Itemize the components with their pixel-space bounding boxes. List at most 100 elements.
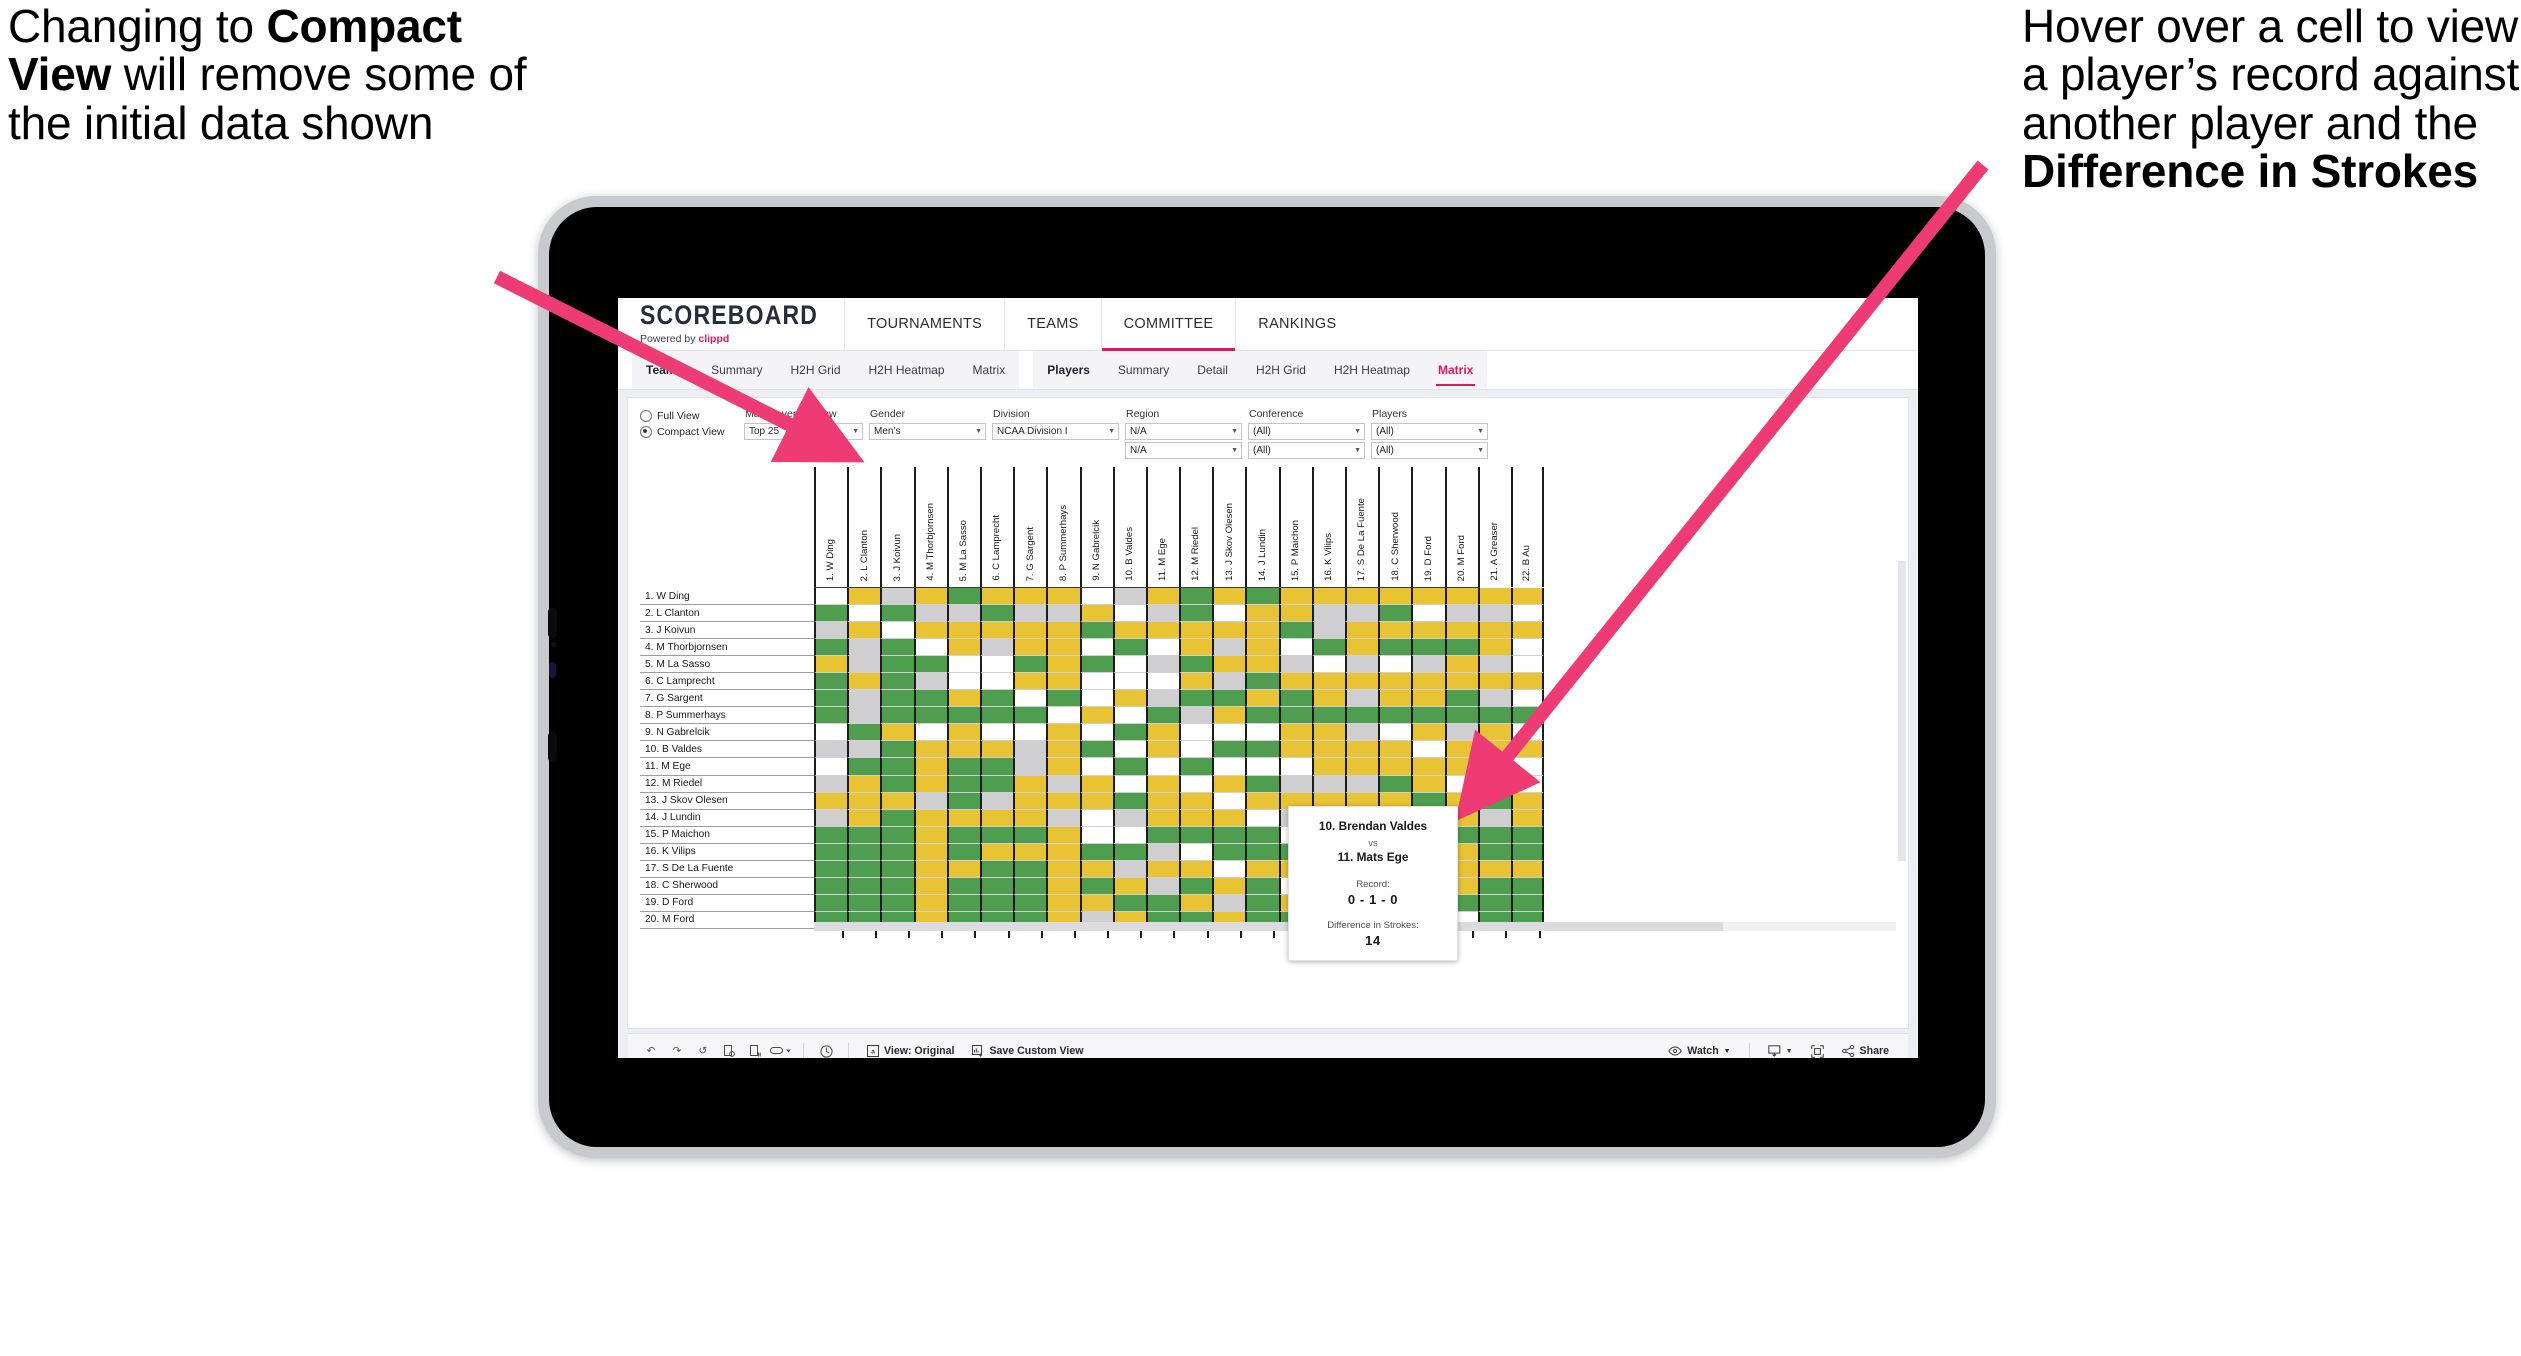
matrix-row-label[interactable]: 1. W Ding [640, 588, 814, 606]
matrix-cell[interactable] [1046, 605, 1080, 623]
matrix-cell[interactable] [946, 656, 980, 674]
matrix-row-label[interactable]: 4. M Thorbjornsen [640, 639, 814, 657]
matrix-cell[interactable] [1245, 724, 1279, 742]
matrix-cell[interactable] [1112, 809, 1146, 827]
matrix-cell[interactable] [1145, 622, 1180, 640]
matrix-cell[interactable] [1145, 707, 1180, 725]
matrix-cell[interactable] [880, 877, 914, 895]
matrix-cell[interactable] [1510, 860, 1545, 878]
matrix-cell[interactable] [814, 605, 848, 623]
matrix-cell[interactable] [1079, 656, 1113, 674]
matrix-cell[interactable] [1477, 673, 1511, 691]
matrix-cell[interactable] [1345, 588, 1379, 606]
matrix-cell[interactable] [913, 894, 947, 912]
matrix-cell[interactable] [979, 690, 1014, 708]
matrix-cell[interactable] [1510, 843, 1545, 861]
matrix-cell[interactable] [1510, 656, 1545, 674]
matrix-cell[interactable] [1477, 605, 1511, 623]
matrix-cell[interactable] [1212, 605, 1246, 623]
matrix-cell[interactable] [1145, 792, 1180, 810]
matrix-cell[interactable] [1046, 639, 1080, 657]
matrix-cell[interactable] [1179, 673, 1213, 691]
matrix-cell[interactable] [1145, 894, 1180, 912]
tab-teams-summary[interactable]: Summary [697, 351, 776, 389]
matrix-cell[interactable] [1477, 894, 1511, 912]
matrix-cell[interactable] [913, 656, 947, 674]
undo-icon[interactable]: ↶ [638, 1034, 664, 1058]
matrix-cell[interactable] [880, 894, 914, 912]
matrix-cell[interactable] [1145, 809, 1180, 827]
matrix-cell[interactable] [1145, 673, 1180, 691]
matrix-cell[interactable] [1046, 809, 1080, 827]
nav-rankings[interactable]: RANKINGS [1236, 298, 1358, 350]
brand-logo[interactable]: SCOREBOARD Powered by clippd [618, 298, 844, 350]
select-gender[interactable]: Men’s ▼ [869, 423, 986, 440]
matrix-cell[interactable] [1179, 724, 1213, 742]
matrix-cell[interactable] [1510, 741, 1545, 759]
matrix-cell[interactable] [880, 860, 914, 878]
matrix-cell[interactable] [1345, 605, 1379, 623]
matrix-cell[interactable] [1079, 775, 1113, 793]
matrix-cell[interactable] [1510, 588, 1545, 606]
matrix-cell[interactable] [1245, 690, 1279, 708]
matrix-row-label[interactable]: 13. J Skov Olesen [640, 792, 814, 810]
matrix-cell[interactable] [1345, 775, 1379, 793]
matrix-cell[interactable] [814, 775, 848, 793]
matrix-cell[interactable] [1013, 741, 1047, 759]
matrix-cell[interactable] [1510, 639, 1545, 657]
matrix-cell[interactable] [946, 792, 980, 810]
matrix-cell[interactable] [1311, 605, 1345, 623]
matrix-cell[interactable] [1112, 673, 1146, 691]
matrix-cell[interactable] [1311, 758, 1345, 776]
matrix-cell[interactable] [1444, 741, 1478, 759]
matrix-cell[interactable] [814, 826, 848, 844]
matrix-cell[interactable] [1046, 860, 1080, 878]
matrix-cell[interactable] [814, 622, 848, 640]
matrix-col-header[interactable]: 20. M Ford [1444, 467, 1478, 587]
matrix-cell[interactable] [1378, 758, 1412, 776]
matrix-cell[interactable] [913, 809, 947, 827]
matrix-cell[interactable] [1510, 690, 1545, 708]
history-clock-icon[interactable] [813, 1034, 839, 1058]
matrix-row-label[interactable]: 8. P Summerhays [640, 707, 814, 725]
matrix-cell[interactable] [814, 894, 848, 912]
matrix-cell[interactable] [1378, 690, 1412, 708]
matrix-cell[interactable] [880, 826, 914, 844]
matrix-cell[interactable] [1079, 741, 1113, 759]
redo-icon[interactable]: ↷ [664, 1034, 690, 1058]
matrix-cell[interactable] [1345, 724, 1379, 742]
matrix-cell[interactable] [1378, 605, 1412, 623]
watch-button[interactable]: Watch ▼ [1659, 1045, 1739, 1057]
matrix-cell[interactable] [1046, 877, 1080, 895]
matrix-cell[interactable] [1411, 690, 1445, 708]
matrix-cell[interactable] [1112, 877, 1146, 895]
matrix-cell[interactable] [847, 707, 881, 725]
matrix-cell[interactable] [847, 843, 881, 861]
matrix-cell[interactable] [847, 894, 881, 912]
matrix-cell[interactable] [847, 656, 881, 674]
matrix-cell[interactable] [1477, 707, 1511, 725]
matrix-cell[interactable] [1079, 894, 1113, 912]
matrix-cell[interactable] [1245, 673, 1279, 691]
matrix-cell[interactable] [1444, 605, 1478, 623]
matrix-cell[interactable] [1510, 894, 1545, 912]
matrix-cell[interactable] [1278, 605, 1312, 623]
matrix-cell[interactable] [1079, 639, 1113, 657]
matrix-cell[interactable] [1112, 826, 1146, 844]
matrix-cell[interactable] [1477, 877, 1511, 895]
matrix-cell[interactable] [1477, 809, 1511, 827]
matrix-cell[interactable] [979, 792, 1014, 810]
matrix-cell[interactable] [1046, 707, 1080, 725]
matrix-cell[interactable] [1311, 673, 1345, 691]
matrix-col-header[interactable]: 6. C Lamprecht [979, 467, 1013, 587]
matrix-cell[interactable] [814, 860, 848, 878]
matrix-cell[interactable] [1145, 860, 1180, 878]
matrix-cell[interactable] [847, 809, 881, 827]
matrix-cell[interactable] [814, 792, 848, 810]
matrix-cell[interactable] [847, 639, 881, 657]
matrix-cell[interactable] [913, 707, 947, 725]
matrix-cell[interactable] [913, 724, 947, 742]
matrix-cell[interactable] [1145, 758, 1180, 776]
matrix-cell[interactable] [1245, 656, 1279, 674]
matrix-cell[interactable] [1046, 673, 1080, 691]
